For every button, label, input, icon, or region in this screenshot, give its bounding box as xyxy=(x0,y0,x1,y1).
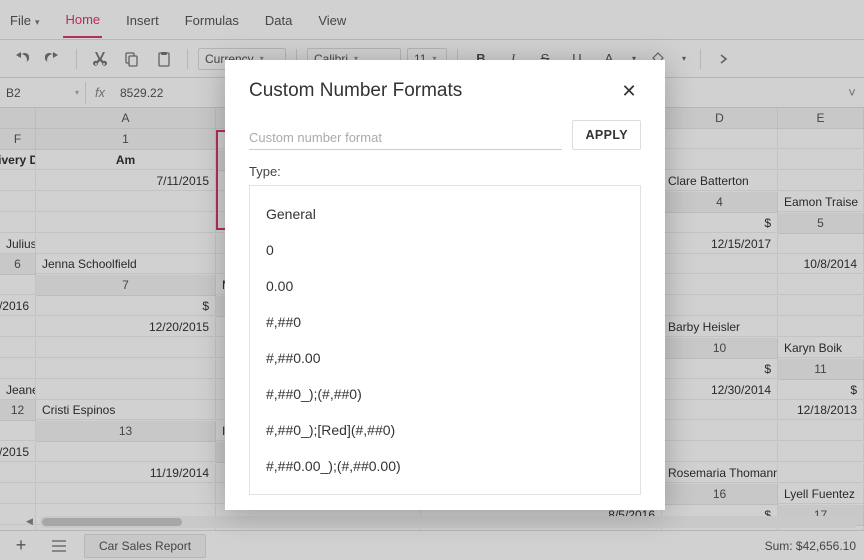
apply-button[interactable]: APPLY xyxy=(572,120,641,150)
type-label: Type: xyxy=(249,164,641,179)
format-option[interactable]: #,##0_);[Red](#,##0) xyxy=(264,412,626,448)
format-option[interactable]: 0.00 xyxy=(264,268,626,304)
close-icon[interactable]: ✕ xyxy=(617,81,641,102)
format-option[interactable]: 0 xyxy=(264,232,626,268)
custom-format-input[interactable] xyxy=(249,124,562,150)
dialog-title: Custom Number Formats xyxy=(249,80,462,102)
format-option[interactable]: #,##0_);(#,##0) xyxy=(264,376,626,412)
format-option[interactable]: #,##0.00 xyxy=(264,340,626,376)
format-type-list[interactable]: General00.00#,##0#,##0.00#,##0_);(#,##0)… xyxy=(249,185,641,495)
format-option[interactable]: #,##0.00_);(#,##0.00) xyxy=(264,448,626,484)
format-option[interactable]: #,##0 xyxy=(264,304,626,340)
format-option[interactable]: General xyxy=(264,196,626,232)
custom-number-formats-dialog: Custom Number Formats ✕ APPLY Type: Gene… xyxy=(225,60,665,510)
